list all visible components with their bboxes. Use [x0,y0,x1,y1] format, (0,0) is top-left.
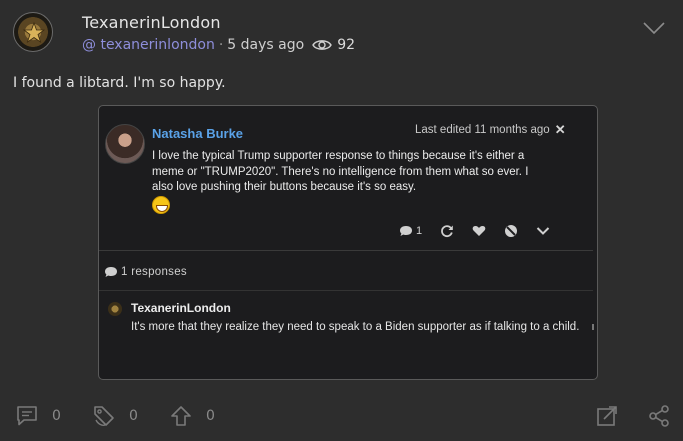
embed-author-avatar [105,124,145,164]
eye-icon [312,38,332,52]
embed-responses: 1 responses [104,266,187,278]
upvote-count: 0 [206,408,215,424]
reply-body: It's more that they realize they need to… [131,321,580,333]
comment-count: 0 [52,408,61,424]
embed-body: I love the typical Trump supporter respo… [152,150,529,193]
post-card: TexanerinLondon @ texanerinlondon · 5 da… [0,0,683,441]
post-age: 5 days ago [227,37,305,53]
scrollbar [592,324,594,330]
close-icon: ✕ [554,122,566,137]
meta-separator: · [218,37,224,53]
author-avatar[interactable] [13,12,53,52]
star-badge-icon [22,21,46,44]
share-icon[interactable] [647,404,671,432]
post-meta: @ texanerinlondon · 5 days ago 92 [82,37,355,53]
post-text: I found a libtard. I'm so happy. [13,75,226,91]
repost-icon [94,406,114,426]
embed-comment-action: 1 [399,225,422,237]
post-footer: 0 0 0 [0,396,683,436]
upvote-button[interactable]: 0 [169,404,215,428]
heart-icon [472,225,486,237]
embed-reply-count: 1 [416,225,423,237]
embedded-screenshot[interactable]: Natasha Burke Last edited 11 months ago … [98,105,598,380]
embed-author-name: Natasha Burke [152,126,244,141]
expand-icon[interactable] [595,404,619,432]
refresh-icon [440,224,454,238]
author-name[interactable]: TexanerinLondon [82,13,221,32]
chevron-down-icon[interactable] [642,20,666,36]
embed-edited: Last edited 11 months ago ✕ [415,122,566,138]
reply-author-avatar [108,302,122,316]
block-icon [504,224,518,238]
embed-edited-label: Last edited 11 months ago [415,124,550,136]
comment-button[interactable]: 0 [15,404,61,428]
grin-emoji-icon [152,196,170,214]
speech-bubble-icon [105,267,117,277]
responses-divider [99,290,593,291]
comment-icon [17,406,37,426]
embed-divider [99,250,593,251]
repost-button[interactable]: 0 [92,404,138,428]
embed-actions: 1 [399,222,568,240]
reply-author-name: TexanerinLondon [131,301,231,315]
chevron-down-icon [536,226,550,236]
speech-bubble-icon [400,226,412,236]
responses-label: 1 responses [121,266,187,278]
view-count: 92 [337,37,356,53]
upvote-icon [171,406,191,426]
repost-count: 0 [129,408,138,424]
author-handle[interactable]: @ texanerinlondon [82,37,215,53]
